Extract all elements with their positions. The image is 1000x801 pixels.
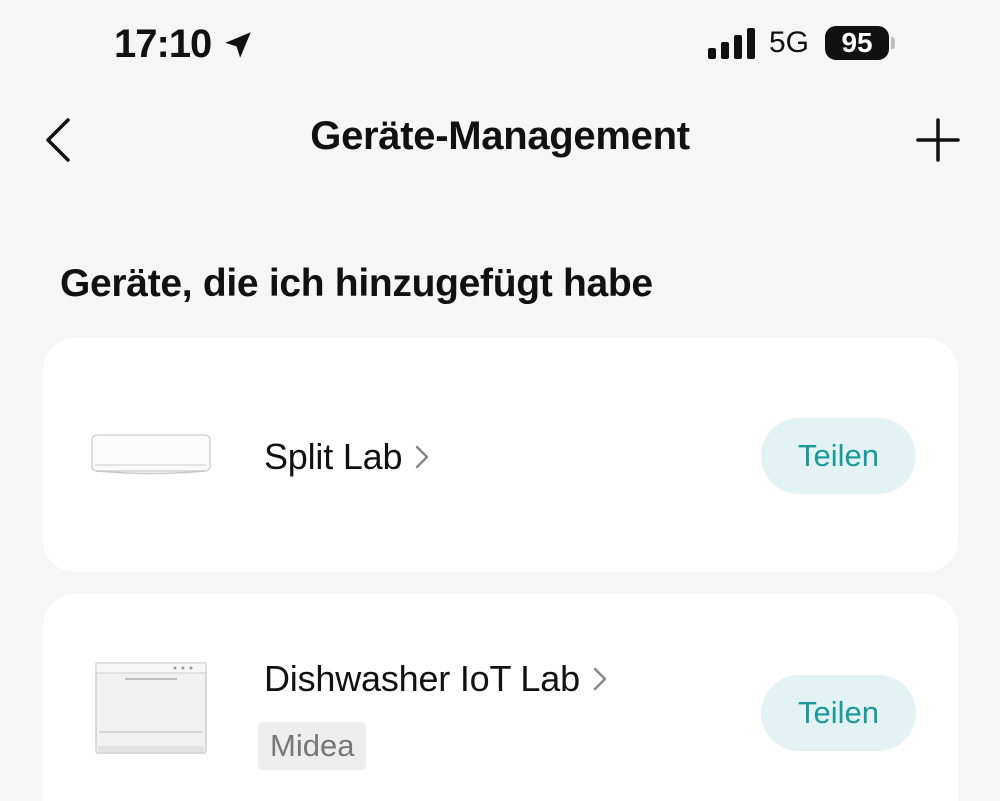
device-name: Split Lab (264, 436, 403, 477)
location-arrow-icon (225, 31, 252, 58)
brand-badge: Midea (258, 722, 367, 770)
share-button[interactable]: Teilen (761, 418, 916, 494)
section-title: Geräte, die ich hinzugefügt habe (60, 262, 653, 305)
device-name-link[interactable]: Dishwasher IoT Lab (264, 658, 608, 700)
device-name-link[interactable]: Split Lab (264, 436, 430, 478)
battery-icon: 95 (825, 26, 896, 60)
network-type: 5G (769, 26, 810, 59)
add-device-button[interactable] (912, 114, 964, 166)
dishwasher-icon (95, 662, 207, 754)
device-card[interactable]: Dishwasher IoT Lab Midea Teilen (43, 594, 958, 801)
device-card[interactable]: Split Lab Teilen (43, 338, 958, 572)
chevron-right-icon (593, 667, 607, 691)
chevron-right-icon (416, 445, 429, 469)
status-indicators: 5G 95 (708, 26, 896, 60)
device-management-screen: 17:10 5G 95 Geräte-Management Geräte, di… (0, 0, 1000, 801)
device-name: Dishwasher IoT Lab (264, 658, 580, 699)
share-button[interactable]: Teilen (761, 675, 916, 751)
air-conditioner-icon (91, 434, 211, 475)
page-title: Geräte-Management (310, 114, 690, 158)
battery-level: 95 (825, 26, 890, 60)
status-time: 17:10 (114, 22, 212, 66)
status-time-group: 17:10 (114, 22, 255, 67)
cellular-signal-icon (708, 27, 755, 59)
